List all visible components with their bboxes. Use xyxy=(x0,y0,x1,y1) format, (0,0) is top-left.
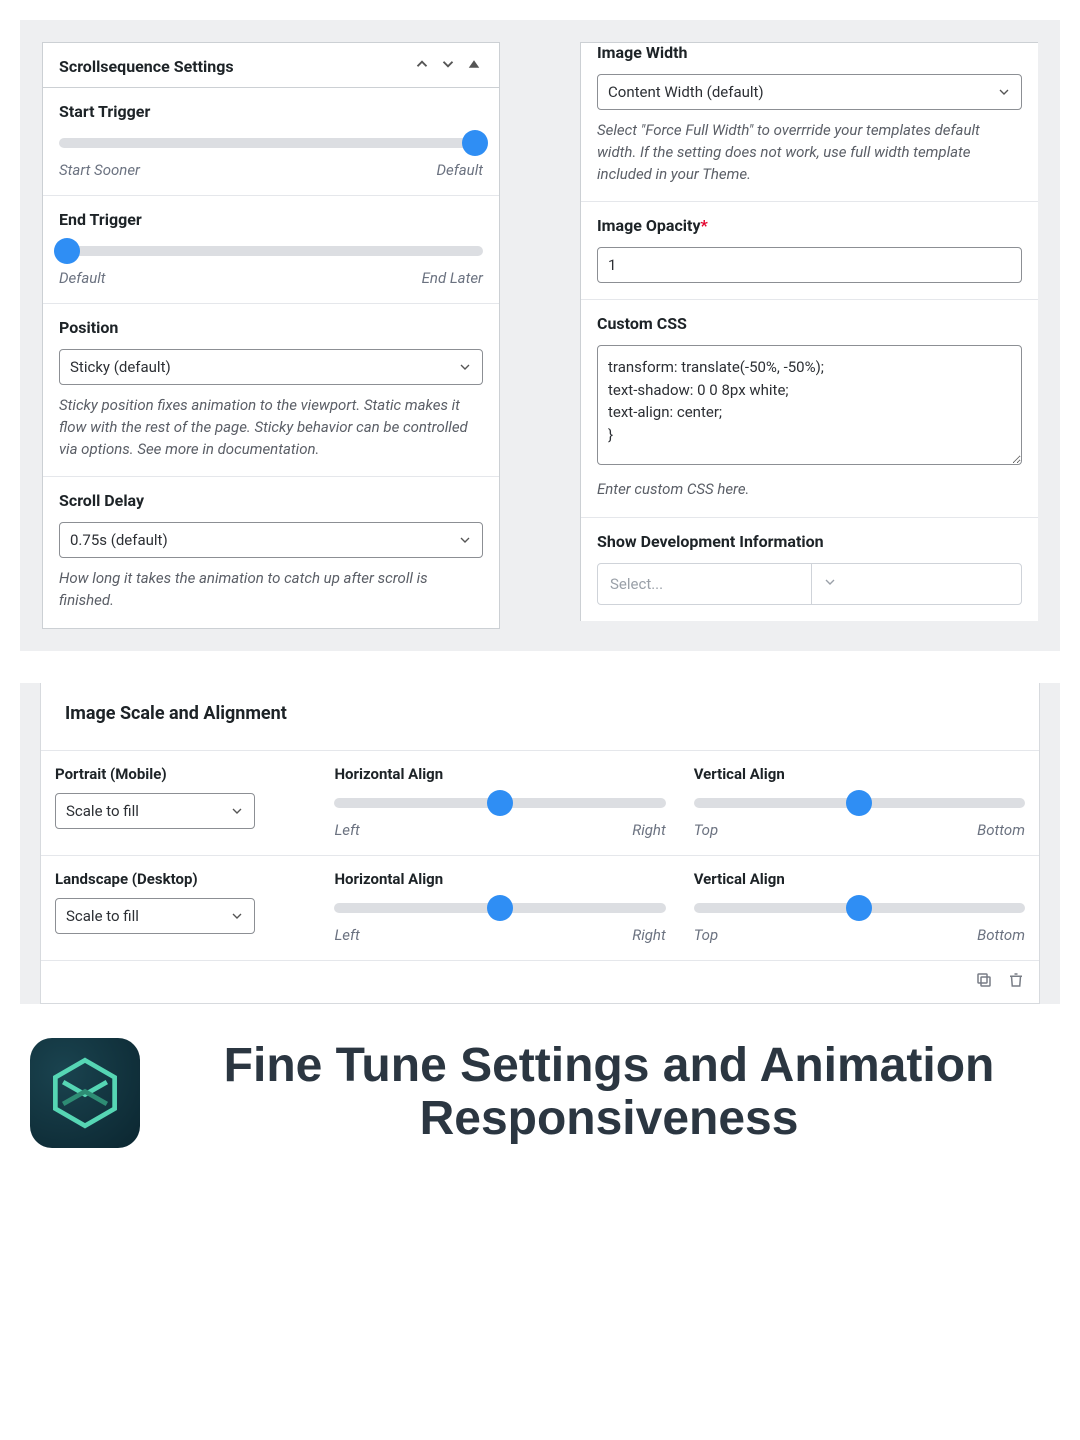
image-opacity-input[interactable] xyxy=(597,247,1022,283)
image-width-help: Select "Force Full Width" to overrride y… xyxy=(597,120,1022,185)
scroll-delay-help: How long it takes the animation to catch… xyxy=(59,568,483,612)
collapse-icon[interactable] xyxy=(465,55,483,77)
duplicate-icon[interactable] xyxy=(975,971,993,993)
image-width-select[interactable]: Content Width (default) xyxy=(597,74,1022,110)
dev-info-label: Show Development Information xyxy=(597,532,1022,551)
start-trigger-right-label: Default xyxy=(436,161,483,179)
end-trigger-section: End Trigger Default End Later xyxy=(43,196,499,304)
portrait-halign-slider[interactable] xyxy=(334,793,665,813)
position-section: Position Sticky (default) Sticky positio… xyxy=(43,304,499,477)
start-trigger-label: Start Trigger xyxy=(59,102,483,121)
move-down-icon[interactable] xyxy=(439,55,457,77)
landscape-valign-label: Vertical Align xyxy=(694,870,1025,888)
image-width-label: Image Width xyxy=(597,43,1022,62)
end-trigger-right-label: End Later xyxy=(422,269,483,287)
custom-css-help: Enter custom CSS here. xyxy=(597,479,1022,501)
start-trigger-section: Start Trigger Start Sooner Default xyxy=(43,88,499,196)
position-select[interactable]: Sticky (default) xyxy=(59,349,483,385)
trash-icon[interactable] xyxy=(1007,971,1025,993)
scrollsequence-settings-panel: Scrollsequence Settings Start Trigger xyxy=(42,42,500,629)
custom-css-section: Custom CSS Enter custom CSS here. xyxy=(581,300,1038,518)
end-trigger-slider[interactable] xyxy=(59,241,483,261)
image-opacity-label: Image Opacity* xyxy=(597,216,1022,235)
panel-header: Scrollsequence Settings xyxy=(43,43,499,88)
image-opacity-section: Image Opacity* xyxy=(581,202,1038,300)
landscape-label: Landscape (Desktop) xyxy=(55,870,306,888)
image-scale-title: Image Scale and Alignment xyxy=(41,683,1039,750)
position-label: Position xyxy=(59,318,483,337)
start-trigger-left-label: Start Sooner xyxy=(59,161,140,179)
dev-info-section: Show Development Information Select... xyxy=(581,518,1038,621)
landscape-halign-slider[interactable] xyxy=(334,898,665,918)
landscape-valign-slider[interactable] xyxy=(694,898,1025,918)
scroll-delay-select[interactable]: 0.75s (default) xyxy=(59,522,483,558)
move-up-icon[interactable] xyxy=(413,55,431,77)
dev-info-select[interactable]: Select... xyxy=(597,563,1022,605)
custom-css-textarea[interactable] xyxy=(597,345,1022,465)
hero-title: Fine Tune Settings and Animation Respons… xyxy=(168,1040,1050,1146)
position-help: Sticky position fixes animation to the v… xyxy=(59,395,483,460)
scrollsequence-logo-icon xyxy=(30,1038,140,1148)
landscape-scale-select[interactable]: Scale to fill xyxy=(55,898,255,934)
image-scale-alignment-panel: Image Scale and Alignment Portrait (Mobi… xyxy=(40,683,1040,1004)
portrait-valign-slider[interactable] xyxy=(694,793,1025,813)
landscape-halign-label: Horizontal Align xyxy=(334,870,665,888)
portrait-scale-select[interactable]: Scale to fill xyxy=(55,793,255,829)
panel-footer-actions xyxy=(41,960,1039,1003)
hero: Fine Tune Settings and Animation Respons… xyxy=(20,1004,1060,1168)
panel-title: Scrollsequence Settings xyxy=(59,57,234,76)
chevron-down-icon xyxy=(811,564,1021,604)
scroll-delay-section: Scroll Delay 0.75s (default) How long it… xyxy=(43,477,499,628)
portrait-label: Portrait (Mobile) xyxy=(55,765,306,783)
scroll-delay-label: Scroll Delay xyxy=(59,491,483,510)
portrait-halign-label: Horizontal Align xyxy=(334,765,665,783)
end-trigger-label: End Trigger xyxy=(59,210,483,229)
landscape-row: Landscape (Desktop) Scale to fill Horizo… xyxy=(41,855,1039,960)
right-settings-panel: Image Width Content Width (default) Sele… xyxy=(580,42,1038,621)
end-trigger-left-label: Default xyxy=(59,269,106,287)
image-width-section: Image Width Content Width (default) Sele… xyxy=(581,43,1038,202)
portrait-valign-label: Vertical Align xyxy=(694,765,1025,783)
portrait-row: Portrait (Mobile) Scale to fill Horizont… xyxy=(41,750,1039,855)
start-trigger-slider[interactable] xyxy=(59,133,483,153)
custom-css-label: Custom CSS xyxy=(597,314,1022,333)
